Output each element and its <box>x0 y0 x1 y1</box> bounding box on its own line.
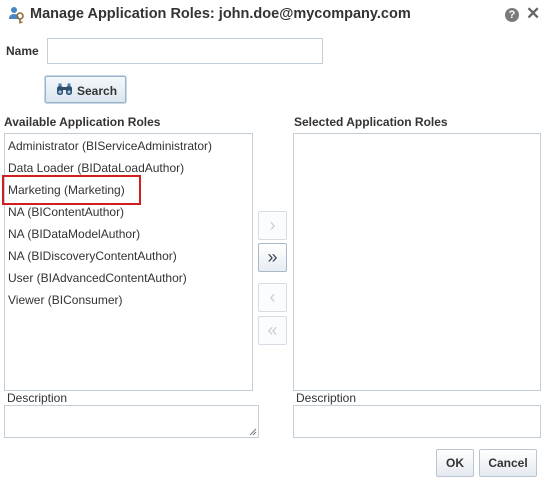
move-all-button[interactable]: » <box>258 243 287 272</box>
list-item[interactable]: Administrator (BIServiceAdministrator) <box>8 139 212 153</box>
available-description-field[interactable] <box>4 405 259 438</box>
cancel-button[interactable]: Cancel <box>479 449 537 477</box>
available-roles-list[interactable]: Administrator (BIServiceAdministrator) D… <box>4 133 253 391</box>
list-item[interactable]: Viewer (BIConsumer) <box>8 293 122 307</box>
highlight-annotation <box>2 175 141 205</box>
move-button[interactable]: › <box>258 211 287 240</box>
ok-button[interactable]: OK <box>436 449 474 477</box>
selected-description-label: Description <box>296 391 357 405</box>
dialog-titlebar: Manage Application Roles: john.doe@mycom… <box>0 0 541 30</box>
available-roles-label: Available Application Roles <box>4 115 161 129</box>
remove-all-button[interactable]: « <box>258 316 287 345</box>
resize-grip-icon[interactable] <box>249 428 257 436</box>
help-icon[interactable]: ? <box>505 8 519 22</box>
search-button[interactable]: Search <box>45 76 126 103</box>
list-item[interactable]: User (BIAdvancedContentAuthor) <box>8 271 187 285</box>
users-key-icon <box>8 6 26 24</box>
selected-roles-list[interactable] <box>293 133 541 391</box>
remove-button[interactable]: ‹ <box>258 283 287 312</box>
close-icon[interactable]: ✕ <box>526 5 540 23</box>
available-description-label: Description <box>7 391 68 405</box>
dialog-title: Manage Application Roles: john.doe@mycom… <box>30 6 411 22</box>
name-input[interactable] <box>47 38 323 64</box>
selected-roles-label: Selected Application Roles <box>294 115 448 129</box>
list-item[interactable]: NA (BIContentAuthor) <box>8 205 124 219</box>
selected-description-field[interactable] <box>293 405 541 438</box>
list-item[interactable]: NA (BIDataModelAuthor) <box>8 227 140 241</box>
search-button-label: Search <box>77 84 118 98</box>
name-label: Name <box>6 44 39 58</box>
list-item[interactable]: NA (BIDiscoveryContentAuthor) <box>8 249 177 263</box>
list-item[interactable]: Data Loader (BIDataLoadAuthor) <box>8 161 184 175</box>
binoculars-icon <box>56 83 73 99</box>
